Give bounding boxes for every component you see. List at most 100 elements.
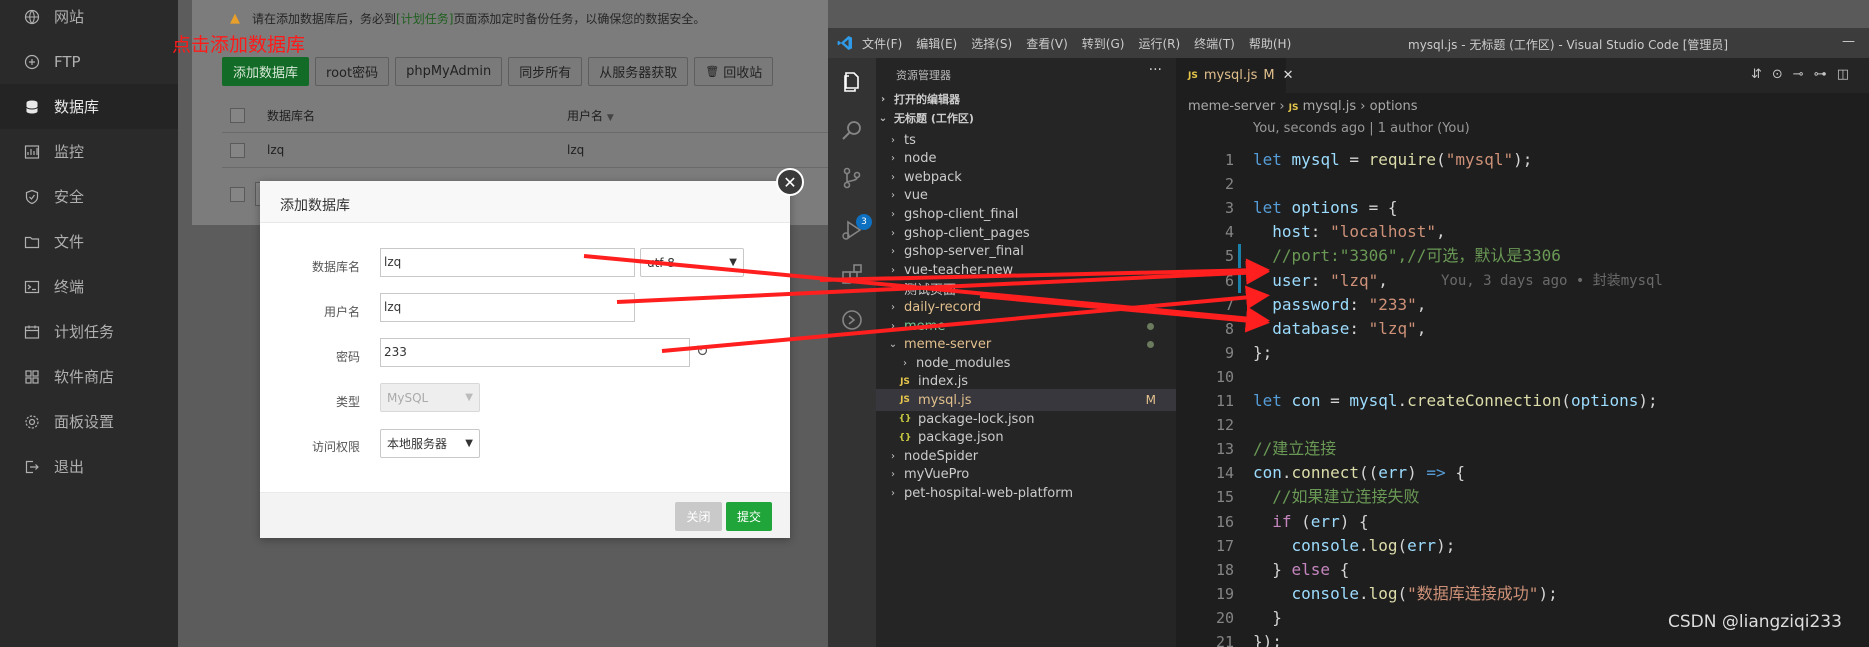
code-line[interactable]: 12: [1176, 413, 1869, 437]
menu-item-5[interactable]: 运行(R): [1138, 35, 1180, 52]
sync-all-button[interactable]: 同步所有: [508, 57, 583, 86]
select-all-checkbox[interactable]: [230, 107, 245, 123]
close-tab-icon[interactable]: ✕: [1283, 68, 1294, 83]
ftp-icon: [24, 54, 40, 70]
toolbar-button-label: phpMyAdmin: [406, 64, 492, 79]
sidebar-item-5[interactable]: 文件: [0, 219, 178, 264]
menu-item-1[interactable]: 编辑(E): [916, 35, 957, 52]
next-change-icon[interactable]: ⊶: [1814, 67, 1837, 82]
code-line[interactable]: 10: [1176, 365, 1869, 389]
add-database-button[interactable]: 添加数据库: [222, 57, 310, 86]
codelens-authors[interactable]: You, seconds ago | 1 author (You): [1253, 121, 1470, 136]
code-line[interactable]: 4 host: "localhost",: [1176, 220, 1869, 244]
toolbar-button-label: 添加数据库: [233, 66, 299, 81]
code-text: let mysql = require("mysql");: [1253, 150, 1533, 169]
dialog-title: 添加数据库: [260, 181, 790, 223]
sidebar-item-2[interactable]: 数据库: [0, 84, 178, 129]
row-checkbox[interactable]: [230, 142, 245, 158]
menu-item-6[interactable]: 终端(T): [1194, 35, 1235, 52]
tree-item[interactable]: › pet-hospital-web-platform: [876, 482, 1176, 504]
breadcrumb-file[interactable]: mysql.js: [1303, 99, 1357, 114]
js-file-icon: JS: [1188, 70, 1198, 81]
breadcrumb-folder[interactable]: meme-server: [1188, 99, 1275, 114]
password-input[interactable]: 233: [380, 338, 690, 367]
col-header-dbname[interactable]: 数据库名: [267, 107, 567, 124]
code-line[interactable]: 17 console.log(err);: [1176, 534, 1869, 558]
code-line[interactable]: 14 con.connect((err) => {: [1176, 461, 1869, 485]
code-line[interactable]: 21});: [1176, 630, 1869, 647]
code-line[interactable]: 1 let mysql = require("mysql");: [1176, 148, 1869, 172]
code-line[interactable]: 16 if (err) {: [1176, 510, 1869, 534]
annotation-hint: 点击添加数据库: [172, 34, 306, 56]
line-number: 2: [1224, 175, 1234, 194]
charset-select[interactable]: utf-8 ▼: [640, 248, 744, 277]
tree-item-label: meme: [904, 318, 946, 334]
logout-icon: [24, 459, 40, 475]
code-line[interactable]: 8 database: "lzq",: [1176, 317, 1869, 341]
explorer-icon[interactable]: [840, 70, 864, 94]
access-select[interactable]: 本地服务器 ▼: [380, 429, 480, 458]
compare-icon[interactable]: ⇵: [1751, 67, 1772, 82]
explorer-header: 资源管理器: [896, 69, 951, 82]
db-table: 数据库名 用户名 ▼ lzq lzq: [222, 98, 828, 168]
code-line[interactable]: 5 //port:"3306",//可选，默认是3306: [1176, 244, 1869, 269]
sidebar-item-3[interactable]: 监控: [0, 129, 178, 174]
sidebar-item-8[interactable]: 软件商店: [0, 354, 178, 399]
menu-item-0[interactable]: 文件(F): [862, 35, 902, 52]
col-header-username[interactable]: 用户名 ▼: [567, 107, 614, 124]
split-editor-icon[interactable]: ◫: [1837, 67, 1859, 82]
footer-checkbox[interactable]: [230, 186, 245, 202]
breadcrumb-symbol[interactable]: options: [1370, 99, 1418, 114]
submit-button[interactable]: 提交: [726, 502, 772, 531]
chevron-down-icon: ▼: [465, 438, 473, 449]
line-number: 11: [1215, 392, 1234, 410]
previous-change-icon[interactable]: ⊸: [1793, 67, 1814, 82]
menu-item-7[interactable]: 帮助(H): [1249, 35, 1291, 52]
code-line[interactable]: 6 user: "lzq", You, 3 days ago • 封装mysql: [1176, 268, 1869, 293]
sidebar-item-9[interactable]: 面板设置: [0, 399, 178, 444]
menu-item-3[interactable]: 查看(V): [1026, 35, 1068, 52]
minimize-icon[interactable]: —: [1842, 34, 1855, 49]
code-line[interactable]: 2: [1176, 172, 1869, 196]
git-commit-icon[interactable]: ⊙: [1772, 67, 1793, 82]
sidebar-item-10[interactable]: 退出: [0, 444, 178, 489]
refresh-icon[interactable]: ↻: [696, 342, 714, 360]
code-line[interactable]: 7 password: "233",: [1176, 293, 1869, 317]
sidebar-item-4[interactable]: 安全: [0, 174, 178, 219]
menu-item-2[interactable]: 选择(S): [971, 35, 1012, 52]
source-control-icon[interactable]: [840, 166, 864, 190]
recycle-bin-button[interactable]: 🗑 回收站: [694, 57, 774, 86]
dbname-input[interactable]: lzq: [380, 248, 635, 277]
chevron-right-icon: ›: [891, 320, 895, 332]
remote-icon[interactable]: [840, 308, 864, 332]
sidebar-item-1[interactable]: FTP: [0, 39, 178, 84]
fetch-from-server-button[interactable]: 从服务器获取: [588, 57, 689, 86]
table-row[interactable]: lzq lzq: [222, 133, 828, 168]
vscode-menubar: 文件(F) 编辑(E) 选择(S) 查看(V) 转到(G) 运行(R) 终端(T) 帮助(H): [862, 35, 1305, 52]
dbname-label: 数据库名: [311, 260, 360, 274]
more-actions-icon[interactable]: ···: [1149, 62, 1162, 78]
phpmyadmin-button[interactable]: phpMyAdmin: [395, 57, 503, 86]
run-debug-icon[interactable]: [840, 218, 864, 242]
notice-link[interactable]: [计划任务]: [396, 10, 453, 27]
close-icon[interactable]: ✕: [776, 168, 804, 196]
code-line[interactable]: 19 console.log("数据库连接成功");: [1176, 582, 1869, 606]
workspace-section[interactable]: ⌄ 无标题 (工作区): [876, 107, 1176, 129]
root-password-button[interactable]: root密码: [315, 57, 390, 86]
menu-item-4[interactable]: 转到(G): [1082, 35, 1125, 52]
code-line[interactable]: 13 //建立连接: [1176, 437, 1869, 461]
code-line[interactable]: 9};: [1176, 341, 1869, 365]
code-line[interactable]: 3 let options = {: [1176, 196, 1869, 220]
tab-mysql-js[interactable]: JS mysql.js M ✕: [1176, 58, 1293, 93]
sidebar-item-6[interactable]: 终端: [0, 264, 178, 309]
toolbar-button-label: root密码: [326, 66, 379, 81]
code-line[interactable]: 18 } else {: [1176, 558, 1869, 582]
sidebar-item-0[interactable]: 网站: [0, 0, 178, 39]
extensions-icon[interactable]: [840, 262, 864, 286]
code-line[interactable]: 15 //如果建立连接失败: [1176, 485, 1869, 509]
username-input[interactable]: lzq: [380, 293, 635, 322]
sidebar-item-7[interactable]: 计划任务: [0, 309, 178, 354]
search-icon[interactable]: [840, 118, 864, 142]
close-button[interactable]: 关闭: [675, 502, 722, 531]
code-line[interactable]: 11 let con = mysql.createConnection(optio…: [1176, 389, 1869, 413]
